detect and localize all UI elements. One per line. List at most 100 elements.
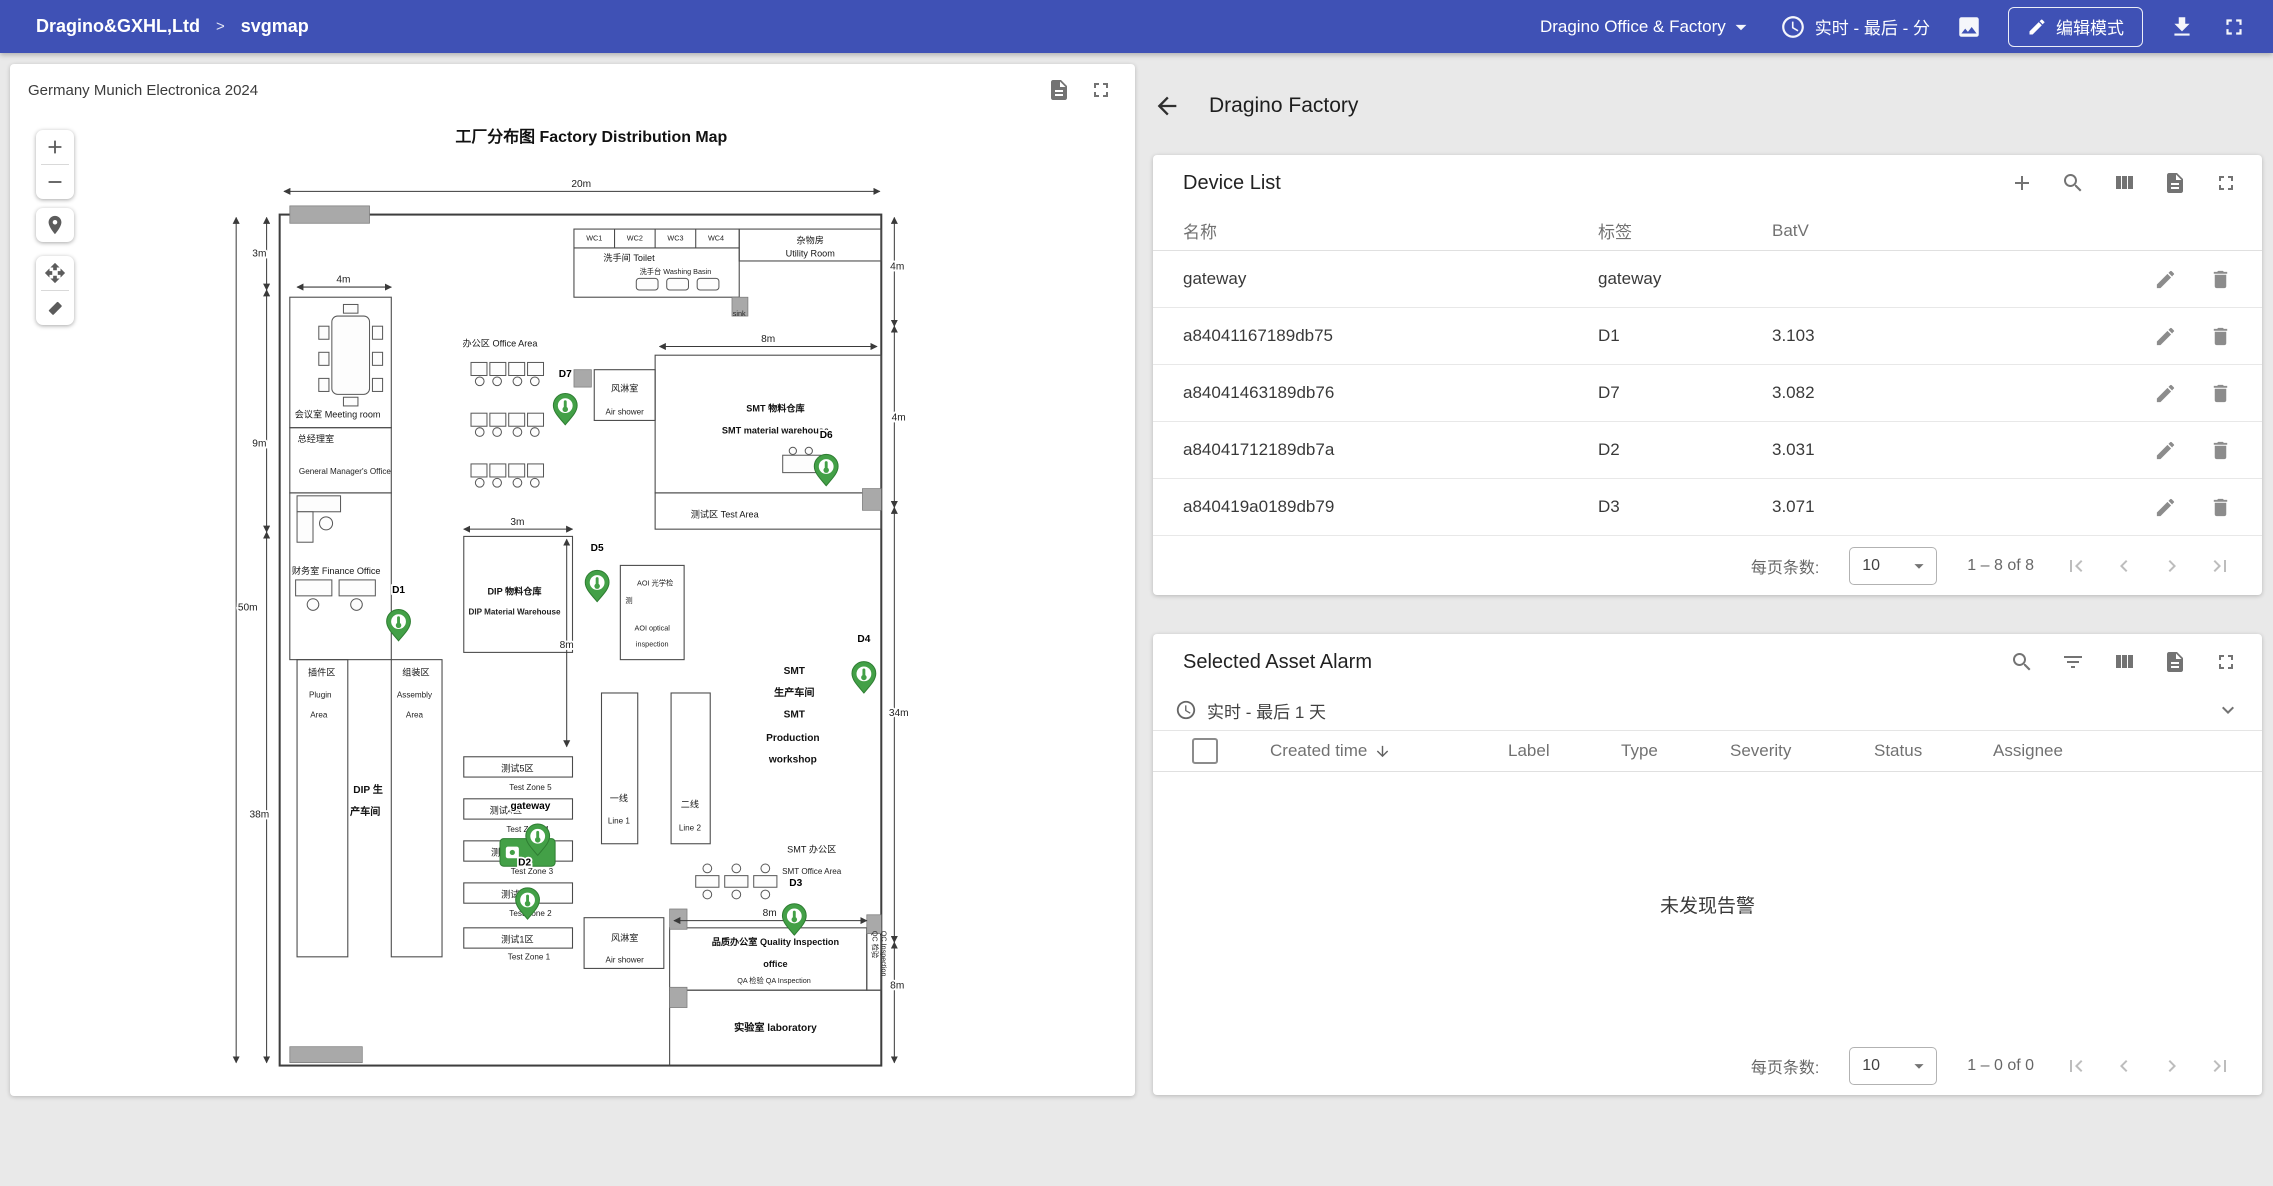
column-alarm-assignee[interactable]: Assignee — [1993, 741, 2262, 761]
edit-icon[interactable] — [2154, 439, 2177, 462]
last-page-button[interactable] — [2208, 1054, 2232, 1078]
entity-selector[interactable]: Dragino Office & Factory — [1540, 14, 1754, 40]
export-file-icon[interactable] — [2163, 650, 2187, 674]
edit-mode-button[interactable]: 编辑模式 — [2008, 7, 2143, 47]
select-all-checkbox[interactable] — [1192, 738, 1218, 764]
expand-fullscreen-icon[interactable] — [1089, 78, 1113, 102]
svg-text:20m: 20m — [571, 179, 591, 190]
first-page-button[interactable] — [2064, 1054, 2088, 1078]
search-icon[interactable] — [2061, 171, 2085, 195]
breadcrumb-separator: > — [216, 18, 225, 35]
chevron-down-icon[interactable] — [2216, 698, 2240, 722]
map-card-header: Germany Munich Electronica 2024 — [10, 64, 1135, 116]
edit-icon[interactable] — [2154, 325, 2177, 348]
svg-text:D3: D3 — [789, 878, 802, 889]
svg-text:Line 2: Line 2 — [679, 824, 702, 833]
column-name[interactable]: 名称 — [1153, 218, 1598, 243]
back-arrow-icon[interactable] — [1153, 92, 1181, 120]
edit-icon[interactable] — [2154, 268, 2177, 291]
device-name: gateway — [1153, 269, 1598, 289]
device-row[interactable]: gateway gateway — [1153, 251, 2262, 308]
column-alarm-type[interactable]: Type — [1621, 741, 1730, 761]
place-marker-button[interactable] — [36, 208, 74, 242]
device-marker[interactable]: D3 — [782, 878, 806, 935]
svg-text:风淋室: 风淋室 — [611, 932, 638, 943]
expand-fullscreen-icon[interactable] — [2214, 171, 2238, 195]
delete-icon[interactable] — [2209, 268, 2232, 291]
columns-icon[interactable] — [2112, 650, 2136, 674]
column-created-time[interactable]: Created time — [1270, 741, 1508, 761]
alarm-table-header: Created time Label Type Severity Status … — [1153, 731, 2262, 772]
delete-icon[interactable] — [2209, 496, 2232, 519]
export-file-icon[interactable] — [2163, 171, 2187, 195]
svg-text:AOI optical: AOI optical — [635, 624, 671, 633]
pager — [2064, 554, 2232, 578]
device-row[interactable]: a84041463189db76 D7 3.082 — [1153, 365, 2262, 422]
export-file-icon[interactable] — [1047, 78, 1071, 102]
device-marker[interactable]: D5 — [585, 543, 609, 602]
columns-icon[interactable] — [2112, 171, 2136, 195]
eraser-button[interactable] — [36, 291, 74, 325]
svg-text:WC4: WC4 — [708, 234, 724, 243]
svg-text:SMT material warehouse: SMT material warehouse — [722, 425, 829, 435]
delete-icon[interactable] — [2209, 439, 2232, 462]
device-marker[interactable]: D4 — [852, 634, 876, 693]
svg-text:gateway: gateway — [510, 801, 550, 812]
device-marker[interactable]: D1 — [387, 585, 411, 641]
next-page-button[interactable] — [2160, 1054, 2184, 1078]
edit-icon[interactable] — [2154, 382, 2177, 405]
expand-fullscreen-icon[interactable] — [2214, 650, 2238, 674]
entity-panel-header: Dragino Factory — [1153, 78, 2262, 134]
download-icon[interactable] — [2169, 14, 2195, 40]
add-device-icon[interactable] — [2010, 171, 2034, 195]
svg-text:8m: 8m — [560, 640, 574, 651]
svg-text:8m: 8m — [890, 981, 904, 992]
per-page-label: 每页条数: — [1751, 1054, 1819, 1078]
delete-icon[interactable] — [2209, 382, 2232, 405]
pan-button[interactable] — [36, 256, 74, 290]
first-page-button[interactable] — [2064, 554, 2088, 578]
zoom-out-button[interactable] — [36, 165, 74, 199]
image-icon[interactable] — [1956, 14, 1982, 40]
svg-text:WC3: WC3 — [667, 234, 683, 243]
column-alarm-label[interactable]: Label — [1508, 741, 1621, 761]
svg-text:Test Zone 1: Test Zone 1 — [508, 953, 551, 962]
svg-text:Air shower: Air shower — [606, 956, 645, 965]
search-icon[interactable] — [2010, 650, 2034, 674]
edit-icon[interactable] — [2154, 496, 2177, 519]
alarm-time-filter[interactable]: 实时 - 最后 1 天 — [1153, 690, 2262, 731]
svg-text:SMT 办公区: SMT 办公区 — [787, 843, 836, 854]
device-label: D2 — [1598, 440, 1772, 460]
prev-page-button[interactable] — [2112, 554, 2136, 578]
svg-text:D1: D1 — [392, 585, 405, 596]
column-batv[interactable]: BatV — [1772, 221, 2262, 241]
last-page-button[interactable] — [2208, 554, 2232, 578]
device-marker[interactable]: D6 — [814, 430, 838, 486]
column-alarm-severity[interactable]: Severity — [1730, 741, 1874, 761]
device-row[interactable]: a84041167189db75 D1 3.103 — [1153, 308, 2262, 365]
filter-icon[interactable] — [2061, 650, 2085, 674]
column-alarm-status[interactable]: Status — [1874, 741, 1993, 761]
device-marker[interactable]: D7 — [553, 369, 577, 425]
per-page-select[interactable]: 10 — [1849, 547, 1937, 585]
delete-icon[interactable] — [2209, 325, 2232, 348]
fullscreen-icon[interactable] — [2221, 14, 2247, 40]
device-name: a84041463189db76 — [1153, 383, 1598, 403]
svg-text:Assembly: Assembly — [397, 690, 433, 699]
device-batv: 3.103 — [1772, 326, 2154, 346]
time-window-button[interactable]: 实时 - 最后 - 分 — [1780, 14, 1930, 40]
breadcrumb-page[interactable]: svgmap — [241, 16, 309, 37]
svg-text:插件区: 插件区 — [308, 667, 335, 678]
svg-text:4m: 4m — [892, 412, 906, 423]
top-bar: Dragino&GXHL,Ltd > svgmap Dragino Office… — [0, 0, 2273, 53]
device-list-tools — [2010, 171, 2238, 195]
prev-page-button[interactable] — [2112, 1054, 2136, 1078]
per-page-select[interactable]: 10 — [1849, 1047, 1937, 1085]
next-page-button[interactable] — [2160, 554, 2184, 578]
zoom-in-button[interactable] — [36, 130, 74, 164]
device-row[interactable]: a840419a0189db79 D3 3.071 — [1153, 479, 2262, 536]
svg-text:QC 检验: QC 检验 — [871, 931, 880, 959]
svg-text:实验室 laboratory: 实验室 laboratory — [734, 1021, 817, 1034]
column-label[interactable]: 标签 — [1598, 218, 1772, 243]
device-row[interactable]: a84041712189db7a D2 3.031 — [1153, 422, 2262, 479]
